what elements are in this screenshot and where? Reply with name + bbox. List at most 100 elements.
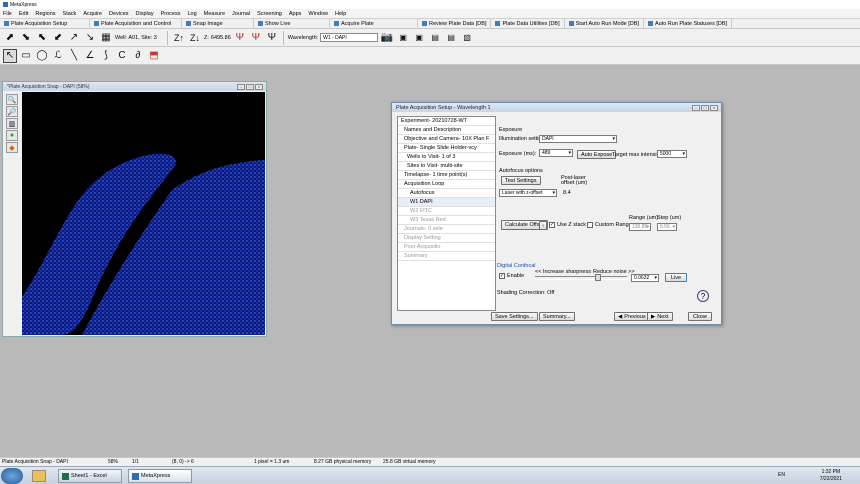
ellipse-region-icon[interactable]: ◯ xyxy=(35,49,49,63)
tree-item[interactable]: Display Setting xyxy=(398,234,495,243)
menu-regions[interactable]: Regions xyxy=(35,11,55,17)
well-plate-icon[interactable]: ▦ xyxy=(99,31,113,45)
clock[interactable]: 1:32 PM 7/22/2021 xyxy=(820,469,842,483)
fluorescence-image[interactable] xyxy=(22,92,265,335)
custom-range-checkbox[interactable] xyxy=(587,222,593,228)
tree-item[interactable]: Post-Acquisitio xyxy=(398,243,495,252)
zoom-out-icon[interactable]: 🔎 xyxy=(6,106,18,117)
enable-checkbox[interactable]: ✓ xyxy=(499,273,505,279)
menu-apps[interactable]: Apps xyxy=(289,11,302,17)
task-plate-acquisition-and-control[interactable]: Plate Acquisition and Control xyxy=(90,18,182,29)
explorer-icon[interactable] xyxy=(32,470,46,482)
line-icon[interactable]: ╲ xyxy=(67,49,81,63)
target-intensity-input[interactable]: 5000 xyxy=(657,150,687,158)
auto-expose-button[interactable]: Auto Expose xyxy=(577,150,617,159)
menu-stack[interactable]: Stack xyxy=(63,11,77,17)
save-settings-button[interactable]: Save Settings... xyxy=(491,312,538,321)
acquire-stack-icon[interactable]: ▣ xyxy=(412,31,426,45)
fork-icon-red[interactable]: Ψ xyxy=(233,31,247,45)
lookup-icon[interactable]: ◆ xyxy=(6,142,18,153)
menu-file[interactable]: File xyxy=(3,11,12,17)
fork-icon-dark[interactable]: Ψ xyxy=(265,31,279,45)
summary-button[interactable]: Summary... xyxy=(539,312,575,321)
tree-item[interactable]: W3 Texas Red xyxy=(398,216,495,225)
tree-item[interactable]: Plate- Single Slide Holder-vcy xyxy=(398,144,495,153)
offset-stepper[interactable]: ‹ xyxy=(539,221,547,230)
color-icon[interactable]: ● xyxy=(6,130,18,141)
tree-item[interactable]: Summary xyxy=(398,252,495,261)
menu-devices[interactable]: Devices xyxy=(109,11,129,17)
task-start-auto-run-mode-db[interactable]: Start Auto Run Mode [DB] xyxy=(565,18,644,29)
arrow-left-icon[interactable]: ⬉ xyxy=(35,31,49,45)
maximize-icon[interactable]: □ xyxy=(246,83,254,90)
menu-journal[interactable]: Journal xyxy=(232,11,250,17)
freehand-region-icon[interactable]: ℒ xyxy=(51,49,65,63)
annotation-icon[interactable]: ⬒ xyxy=(147,49,161,63)
stage-move-icon[interactable]: ↘ xyxy=(83,31,97,45)
zoom-icon[interactable]: 🔍 xyxy=(6,94,18,105)
task-auto-run-plate-statuses-db[interactable]: Auto Run Plate Statuses [DB] xyxy=(644,18,733,29)
tree-item[interactable]: Objective and Camera- 10X Plan F xyxy=(398,135,495,144)
gallery-icon[interactable]: ▧ xyxy=(460,31,474,45)
save-icon[interactable]: ▤ xyxy=(444,31,458,45)
slider-thumb[interactable] xyxy=(595,274,601,281)
use-z-stack-option[interactable]: ✓ Use Z stack xyxy=(549,222,586,228)
step-input[interactable]: 5.56 xyxy=(657,223,677,231)
menu-window[interactable]: Window xyxy=(308,11,328,17)
maximize-icon[interactable]: □ xyxy=(701,104,709,111)
z-down-icon[interactable]: Z↓ xyxy=(188,31,202,45)
task-show-live[interactable]: Show Live xyxy=(254,18,330,29)
exposure-input[interactable]: 489 xyxy=(539,149,573,157)
task-plate-acquisition-setup[interactable]: Plate Acquisition Setup xyxy=(0,18,90,29)
taskbar-item-excel[interactable]: Sheet1 - Excel xyxy=(58,469,122,483)
freehand-icon[interactable]: ∂ xyxy=(131,49,145,63)
minimize-icon[interactable]: – xyxy=(237,83,245,90)
confocal-input[interactable]: 0.0632 xyxy=(631,274,659,282)
confocal-slider[interactable] xyxy=(535,274,627,281)
custom-range-option[interactable]: Custom Range xyxy=(587,222,632,228)
menu-measure[interactable]: Measure xyxy=(204,11,225,17)
polyline-icon[interactable]: ∠ xyxy=(83,49,97,63)
tree-item[interactable]: Sites to Visit- multi-site xyxy=(398,162,495,171)
menu-help[interactable]: Help xyxy=(335,11,346,17)
range-input[interactable]: 130.89 xyxy=(629,223,651,231)
use-z-stack-checkbox[interactable]: ✓ xyxy=(549,222,555,228)
tree-item[interactable]: Autofocus xyxy=(398,189,495,198)
menu-log[interactable]: Log xyxy=(187,11,196,17)
diagonal-arrow-icon[interactable]: ↗ xyxy=(67,31,81,45)
menu-screening[interactable]: Screening xyxy=(257,11,282,17)
tree-item[interactable]: Wells to Visit- 1 of 3 xyxy=(398,153,495,162)
pointer-icon[interactable]: ↖ xyxy=(3,48,17,63)
close-icon[interactable]: × xyxy=(255,83,263,90)
journal-icon[interactable]: ▤ xyxy=(428,31,442,45)
laser-mode-select[interactable]: Laser with z-offset xyxy=(499,189,557,197)
acquire-icon[interactable]: ▣ xyxy=(396,31,410,45)
tree-item[interactable]: Timelapse- 1 time point(s) xyxy=(398,171,495,180)
menu-process[interactable]: Process xyxy=(161,11,181,17)
help-icon[interactable]: ? xyxy=(697,290,709,302)
text-icon[interactable]: C xyxy=(115,49,129,63)
taskbar-item-metaxpress[interactable]: MetaXpress xyxy=(128,469,192,483)
task-review-plate-data-db[interactable]: Review Plate Data [DB] xyxy=(418,18,492,29)
menu-display[interactable]: Display xyxy=(136,11,154,17)
arrow-right-icon[interactable]: ⬋ xyxy=(51,31,65,45)
tree-item[interactable]: W2 FITC xyxy=(398,207,495,216)
minimize-icon[interactable]: – xyxy=(692,104,700,111)
z-up-icon[interactable]: Z↑ xyxy=(172,31,186,45)
illumination-select[interactable]: DAPI xyxy=(539,135,617,143)
rectangle-region-icon[interactable]: ▭ xyxy=(19,49,33,63)
menu-edit[interactable]: Edit xyxy=(19,11,28,17)
tree-item[interactable]: W1 DAPI xyxy=(398,198,495,207)
enable-option[interactable]: ✓ Enable xyxy=(499,273,524,279)
tree-item[interactable]: Names and Description xyxy=(398,126,495,135)
menu-acquire[interactable]: Acquire xyxy=(83,11,102,17)
fork-icon-dark[interactable]: Ψ xyxy=(249,31,263,45)
start-button[interactable] xyxy=(1,468,23,484)
close-button[interactable]: Close xyxy=(688,312,712,321)
tree-item[interactable]: Experiment- 20210728-WT xyxy=(398,117,495,126)
live-button[interactable]: Live xyxy=(665,273,687,282)
next-button[interactable]: ▶ Next xyxy=(647,312,673,321)
scale-icon[interactable]: ▥ xyxy=(6,118,18,129)
wavelength-select[interactable]: W1 - DAPI xyxy=(320,33,379,42)
arrow-down-icon[interactable]: ⬊ xyxy=(19,31,33,45)
